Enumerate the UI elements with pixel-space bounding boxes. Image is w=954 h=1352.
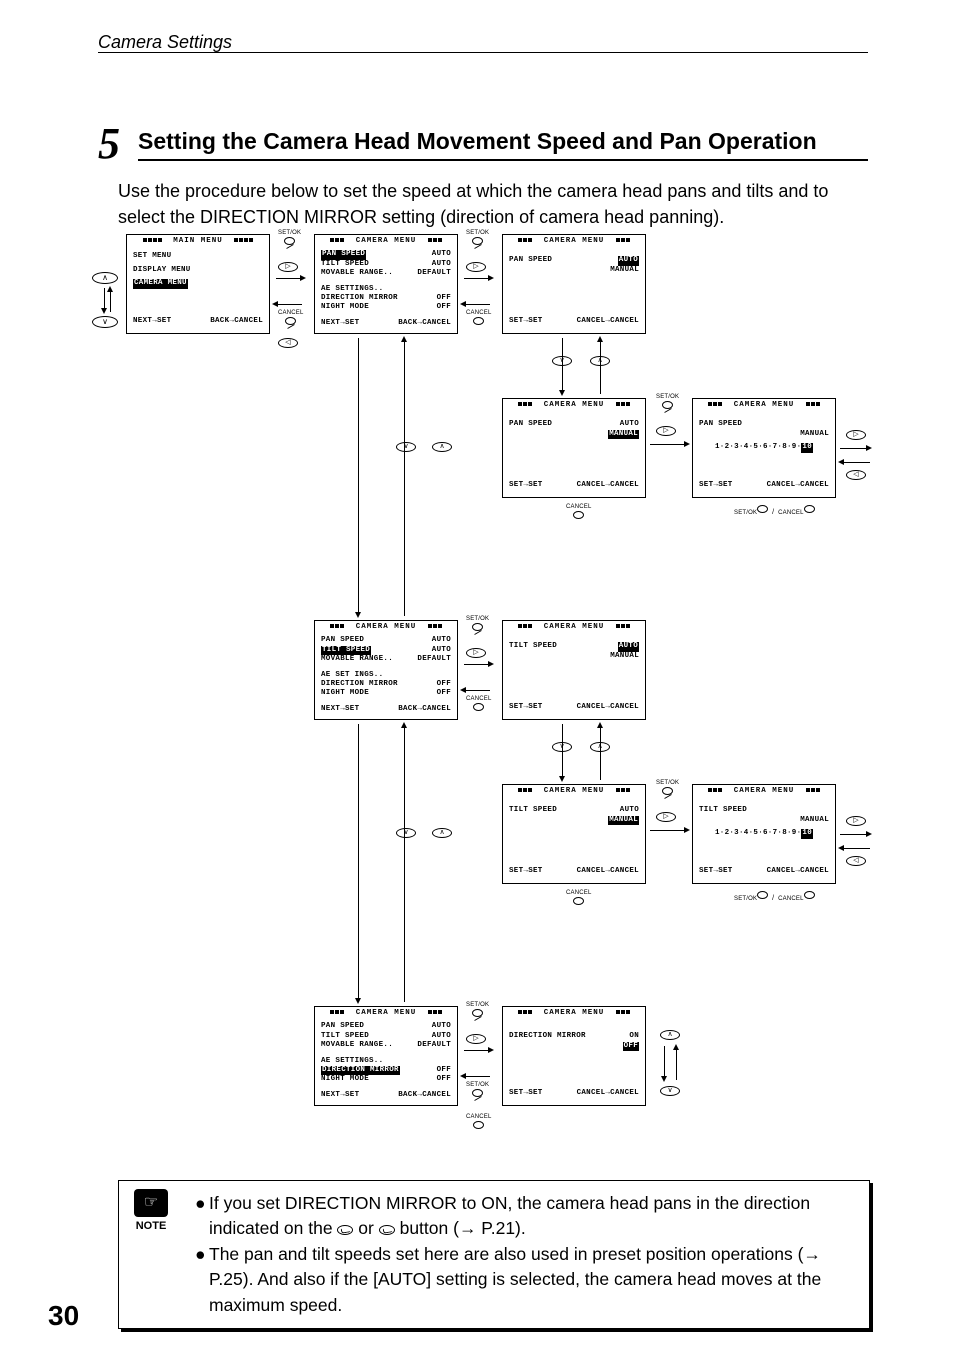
cancel-indicator: CANCEL — [466, 1114, 492, 1130]
cancel-indicator: CANCEL — [278, 310, 304, 327]
right-oval-icon — [337, 1225, 353, 1235]
arrow-head-icon — [488, 275, 494, 281]
note-icon: ☞ NOTE — [131, 1189, 171, 1235]
right-oval-icon: ▷ — [656, 426, 676, 436]
osd-main-menu: MAIN MENU SET MENU DISPLAY MENU CAMERA M… — [126, 234, 270, 334]
running-header: Camera Settings — [98, 32, 232, 53]
right-oval-icon: ▷ — [846, 816, 866, 826]
procedure-diagram: ∧ ∨ MAIN MENU SET MENU DISPLAY MENU CAME… — [88, 230, 878, 1170]
setok-indicator: SET/OK — [466, 1082, 489, 1099]
arrow — [276, 304, 302, 305]
setok-cancel-indicator: SET/OK / CANCEL — [734, 890, 815, 902]
cancel-indicator: CANCEL — [466, 310, 492, 326]
arrow — [464, 278, 490, 279]
down-oval-icon: ∨ — [92, 316, 118, 328]
setok-indicator: SET/OK — [656, 394, 679, 411]
osd-pan-speed-manual: CAMERA MENU PAN SPEEDAUTO MANUAL SET→SET… — [502, 398, 646, 498]
cancel-indicator: CANCEL — [566, 890, 592, 906]
osd-camera-menu-pan: CAMERA MENU PAN SPEEDAUTO TILT SPEEDAUTO… — [314, 234, 458, 334]
section-title: Setting the Camera Head Movement Speed a… — [138, 128, 868, 161]
setok-indicator: SET/OK — [656, 780, 679, 797]
up-oval-icon: ∧ — [432, 828, 452, 838]
left-oval-icon: ◁ — [278, 338, 298, 348]
osd-direction-mirror: CAMERA MENU DIRECTION MIRRORON OFF SET→S… — [502, 1006, 646, 1106]
right-oval-icon: ▷ — [466, 648, 486, 658]
arrow — [276, 278, 302, 279]
down-oval-icon: ∨ — [396, 828, 416, 838]
osd-pan-speed-scale: CAMERA MENU PAN SPEED MANUAL 1·2·3·4·5·6… — [692, 398, 836, 498]
osd-tilt-speed-scale: CAMERA MENU TILT SPEED MANUAL 1·2·3·4·5·… — [692, 784, 836, 884]
right-oval-icon: ▷ — [656, 812, 676, 822]
osd-camera-menu-tilt: CAMERA MENU PAN SPEEDAUTO TILT SPEEDAUTO… — [314, 620, 458, 720]
osd-camera-menu-dirmirror: CAMERA MENU PAN SPEEDAUTO TILT SPEEDAUTO… — [314, 1006, 458, 1106]
osd-tilt-speed-auto: CAMERA MENU TILT SPEEDAUTO MANUAL SET→SE… — [502, 620, 646, 720]
left-oval-icon — [379, 1225, 395, 1235]
setok-indicator: SET/OK — [466, 1002, 489, 1019]
setok-indicator: SET/OK — [466, 230, 489, 247]
right-oval-icon: ▷ — [846, 430, 866, 440]
arrow-head-icon — [460, 301, 466, 307]
right-oval-icon: ▷ — [278, 262, 298, 272]
osd-tilt-speed-manual: CAMERA MENU TILT SPEEDAUTO MANUAL SET→SE… — [502, 784, 646, 884]
up-oval-icon: ∧ — [432, 442, 452, 452]
header-rule — [98, 52, 868, 53]
intro-text: Use the procedure below to set the speed… — [118, 178, 858, 230]
cancel-indicator: CANCEL — [566, 504, 592, 520]
step-number: 5 — [98, 118, 120, 169]
note-box: ☞ NOTE ● If you set DIRECTION MIRROR to … — [118, 1180, 870, 1329]
left-oval-icon: ◁ — [846, 856, 866, 866]
arrow-head-down-icon — [101, 308, 107, 314]
osd-pan-speed-auto: CAMERA MENU PAN SPEEDAUTO MANUAL SET→SET… — [502, 234, 646, 334]
left-oval-icon: ◁ — [846, 470, 866, 480]
arrow-line — [110, 288, 111, 312]
arrow — [464, 304, 490, 305]
right-oval-icon: ▷ — [466, 1034, 486, 1044]
page-number: 30 — [48, 1300, 79, 1332]
setok-indicator: SET/OK — [278, 230, 301, 247]
up-oval-icon: ∧ — [92, 272, 118, 284]
right-oval-icon: ▷ — [466, 262, 486, 272]
arrow-head-icon — [272, 301, 278, 307]
cancel-indicator: CANCEL — [466, 696, 492, 712]
down-oval-icon: ∨ — [396, 442, 416, 452]
setok-indicator: SET/OK — [466, 616, 489, 633]
arrow-head-icon — [300, 275, 306, 281]
up-oval-icon: ∧ — [660, 1030, 680, 1040]
down-oval-icon: ∨ — [660, 1086, 680, 1096]
setok-cancel-indicator: SET/OK / CANCEL — [734, 504, 815, 516]
